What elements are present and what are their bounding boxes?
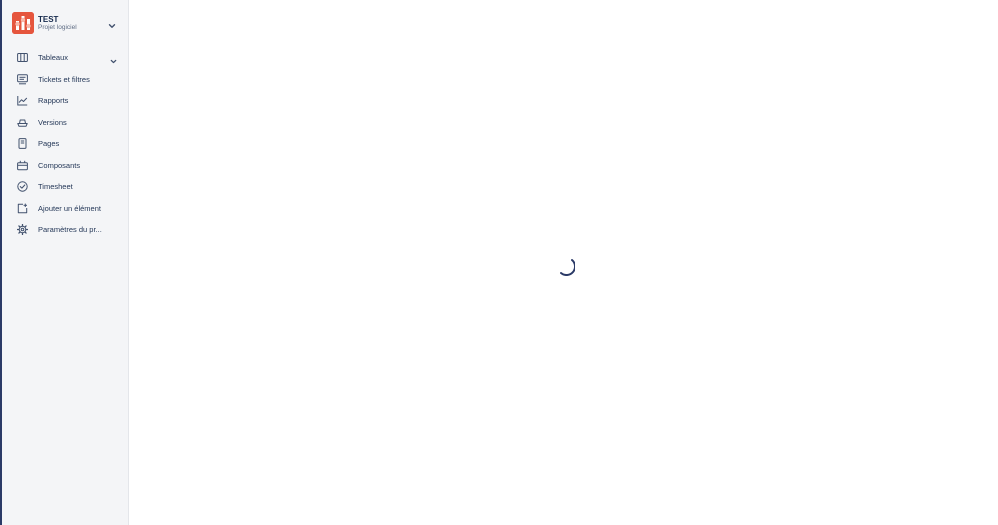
sidebar-item-tickets-filtres[interactable]: Tickets et filtres xyxy=(2,69,129,91)
sidebar-item-composants[interactable]: Composants xyxy=(2,155,129,177)
sidebar-item-parametres[interactable]: Paramètres du pr... xyxy=(2,219,129,241)
project-avatar xyxy=(12,12,34,34)
sidebar-item-label: Versions xyxy=(38,117,67,127)
sidebar-item-rapports[interactable]: Rapports xyxy=(2,90,129,112)
board-icon xyxy=(17,52,28,63)
sidebar-item-label: Timesheet xyxy=(38,182,73,191)
loading-spinner-icon xyxy=(555,256,576,276)
sidebar-item-label: Pages xyxy=(38,139,60,148)
sidebar-item-label: Rapports xyxy=(38,96,69,105)
resize-handle-icon[interactable] xyxy=(991,518,997,524)
ship-icon xyxy=(17,117,28,128)
project-type: Projet logiciel xyxy=(38,24,77,31)
project-name: TEST xyxy=(38,15,59,24)
sidebar-item-label: Tickets et filtres xyxy=(38,74,90,84)
sidebar-item-label: Ajouter un élément xyxy=(38,203,101,213)
component-icon xyxy=(17,160,28,171)
sidebar-item-timesheet[interactable]: Timesheet xyxy=(2,176,129,198)
sidebar-item-ajouter-element[interactable]: Ajouter un élément xyxy=(2,198,129,220)
issues-filter-icon xyxy=(17,73,28,85)
chevron-down-icon[interactable] xyxy=(107,18,117,28)
chevron-down-icon[interactable] xyxy=(109,53,118,64)
sidebar-item-tableaux[interactable]: Tableaux xyxy=(2,47,129,69)
project-sidebar: TEST Projet logiciel Tableaux Tickets et… xyxy=(2,0,129,525)
page-icon xyxy=(17,138,28,149)
main-content xyxy=(129,0,998,525)
sidebar-item-label: Tableaux xyxy=(38,53,69,62)
sidebar-item-versions[interactable]: Versions xyxy=(2,112,129,134)
settings-gear-icon xyxy=(17,224,28,235)
add-item-icon xyxy=(17,203,28,214)
app-window: TEST Projet logiciel Tableaux Tickets et… xyxy=(0,0,998,525)
sidebar-item-label: Paramètres du pr... xyxy=(38,225,102,234)
sidebar-item-pages[interactable]: Pages xyxy=(2,133,129,155)
project-switcher[interactable]: TEST Projet logiciel xyxy=(2,10,129,36)
sidebar-nav: Tableaux Tickets et filtres Rapports Ver… xyxy=(2,47,129,241)
check-circle-icon xyxy=(17,181,28,192)
reports-chart-icon xyxy=(17,95,28,106)
sidebar-item-label: Composants xyxy=(38,160,81,170)
